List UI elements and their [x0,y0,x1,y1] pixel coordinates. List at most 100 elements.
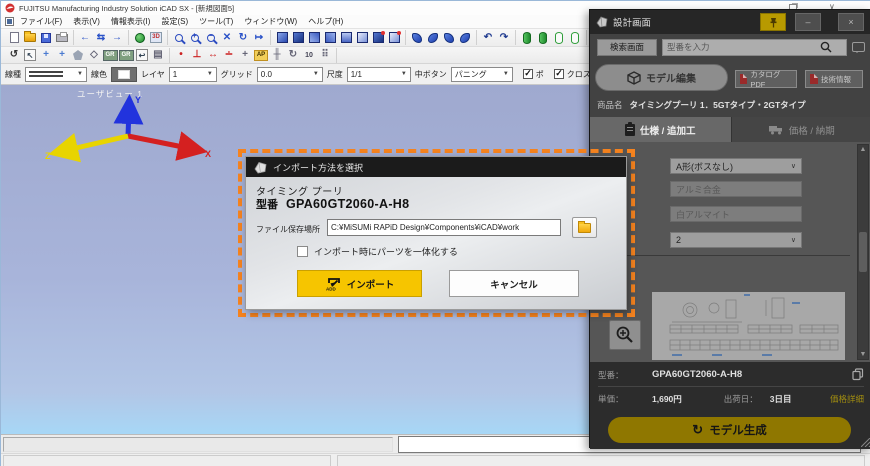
undo-icon[interactable]: ↶ [480,30,496,45]
view-wireframe-icon[interactable] [354,30,370,45]
snap-end-icon[interactable]: ⊥ [189,48,205,63]
polygon-select-icon[interactable] [70,48,86,63]
new-file-icon[interactable] [6,30,22,45]
zoom-out-icon[interactable] [203,30,219,45]
snap-cross-icon[interactable]: + [237,48,253,63]
shape-type-select[interactable]: A形(ボスなし)∨ [670,158,802,174]
cylinder-solid-1-icon[interactable] [519,30,535,45]
pan-right-icon[interactable]: → [109,30,125,45]
vertical-scrollbar[interactable]: ▲ ▼ [857,144,869,360]
view-shaded-icon[interactable] [290,30,306,45]
solid-tool-1-icon[interactable] [409,30,425,45]
open-folder-icon[interactable] [22,30,38,45]
pin-button[interactable] [760,13,786,31]
save-icon[interactable] [38,30,54,45]
toggle-2d3d-icon[interactable]: 3D [148,30,164,45]
solid-tool-3-icon[interactable] [441,30,457,45]
select-arrow-icon[interactable]: ↖ [22,48,38,63]
teeth-select[interactable]: 2∨ [670,232,802,248]
file-path-input[interactable] [327,219,561,236]
drawing-thumbnail[interactable] [652,292,845,360]
tab-price[interactable]: 価格 / 納期 [731,117,870,142]
copy-element-icon[interactable]: + [54,48,70,63]
snap-offset-icon[interactable]: ╫ [269,48,285,63]
view-top-icon[interactable] [338,30,354,45]
solid-tool-2-icon[interactable] [425,30,441,45]
cross-cursor-checkbox[interactable]: クロス [554,69,591,80]
redo-icon[interactable]: ↷ [496,30,512,45]
search-screen-button[interactable]: 検索画面 [597,39,657,56]
search-icon[interactable] [820,41,832,53]
group-a-icon[interactable]: GR [102,48,118,63]
copy-icon[interactable] [852,368,864,381]
chat-icon[interactable] [852,42,865,52]
view-iso-icon[interactable] [274,30,290,45]
zoom-icon[interactable] [171,30,187,45]
generate-model-button[interactable]: ↻ モデル生成 [608,417,851,443]
model-edit-button[interactable]: モデル編集 [595,64,728,91]
scroll-thumb[interactable] [859,232,867,272]
snap-point-icon[interactable]: • [173,48,189,63]
snap-divide-icon[interactable]: ∸ [221,48,237,63]
solid-tool-4-icon[interactable] [457,30,473,45]
scroll-down-icon[interactable]: ▼ [860,351,867,358]
cancel-button[interactable]: キャンセル [449,270,579,297]
zoom-window-icon[interactable]: ✕ [219,30,235,45]
cylinder-solid-2-icon[interactable] [535,30,551,45]
view-points-icon[interactable] [386,30,402,45]
menu-ファイル(F)[interactable]: ファイル(F) [20,16,62,27]
move-element-icon[interactable]: + [38,48,54,63]
flag-list-icon[interactable]: ▤ [150,48,166,63]
snap-guide-checkbox[interactable]: ポ [523,69,544,80]
tech-info-button[interactable]: 技術情報 [805,70,863,88]
view-tree-icon[interactable] [132,30,148,45]
resize-grip[interactable] [861,438,870,447]
close-button[interactable]: × [838,13,864,31]
status-cell-right [337,455,865,466]
grid-select[interactable]: 0.0▼ [257,67,323,82]
grid-dots-icon[interactable]: ⠿ [317,48,333,63]
menu-設定(S)[interactable]: 設定(S) [161,16,188,27]
menu-表示(V)[interactable]: 表示(V) [73,16,100,27]
view-rotate-icon[interactable] [370,30,386,45]
zoom-refresh-icon[interactable]: ↻ [235,30,251,45]
document-icon[interactable] [5,17,14,26]
view-points-glyph [389,32,400,43]
snap-pitch-icon[interactable]: 10 [301,48,317,63]
zoom-in-icon[interactable] [187,30,203,45]
price-detail-link[interactable]: 価格詳細 [830,393,864,405]
print-icon[interactable] [54,30,70,45]
layer-select[interactable]: 1▼ [169,67,217,82]
middle-button-select[interactable]: パニング▼ [451,67,513,82]
scale-select[interactable]: 1/1▼ [347,67,411,82]
group-b-icon[interactable]: GR [118,48,134,63]
menu-ヘルプ(H)[interactable]: ヘルプ(H) [308,16,343,27]
menu-情報表示(I)[interactable]: 情報表示(I) [111,16,151,27]
import-button[interactable]: ADD インポート [297,270,422,297]
cylinder-wire-1-icon[interactable] [551,30,567,45]
pan-route-icon[interactable]: ⇆ [93,30,109,45]
catalog-pdf-button[interactable]: カタログPDF [735,70,797,88]
snap-rotate-icon[interactable]: ↻ [285,48,301,63]
line-type-select[interactable]: ▼ [25,67,87,82]
snap-ap-icon[interactable]: AP [253,48,269,63]
snap-mid-icon[interactable]: ↔ [205,48,221,63]
browse-folder-button[interactable] [572,217,597,238]
attach-element-icon[interactable]: ◇ [86,48,102,63]
zoom-previous-icon[interactable]: ↦ [251,30,267,45]
zoom-thumbnail-button[interactable] [609,320,641,350]
menu-ウィンドウ(W)[interactable]: ウィンドウ(W) [244,16,297,27]
tab-spec[interactable]: 仕様 / 追加工 [590,117,731,142]
open-folder-glyph [24,33,36,42]
view-left-icon[interactable] [306,30,322,45]
line-color-picker[interactable] [111,67,137,82]
cylinder-wire-2-icon[interactable] [567,30,583,45]
unify-parts-checkbox[interactable]: インポート時にパーツを一体化する [297,245,458,258]
pan-left-icon[interactable]: ← [77,30,93,45]
menu-ツール(T)[interactable]: ツール(T) [199,16,233,27]
scroll-up-icon[interactable]: ▲ [860,146,867,153]
return-step-icon[interactable]: ↩ [134,48,150,63]
minimize-button[interactable]: – [795,13,821,31]
select-rotate-icon[interactable]: ↺ [6,48,22,63]
view-right-icon[interactable] [322,30,338,45]
